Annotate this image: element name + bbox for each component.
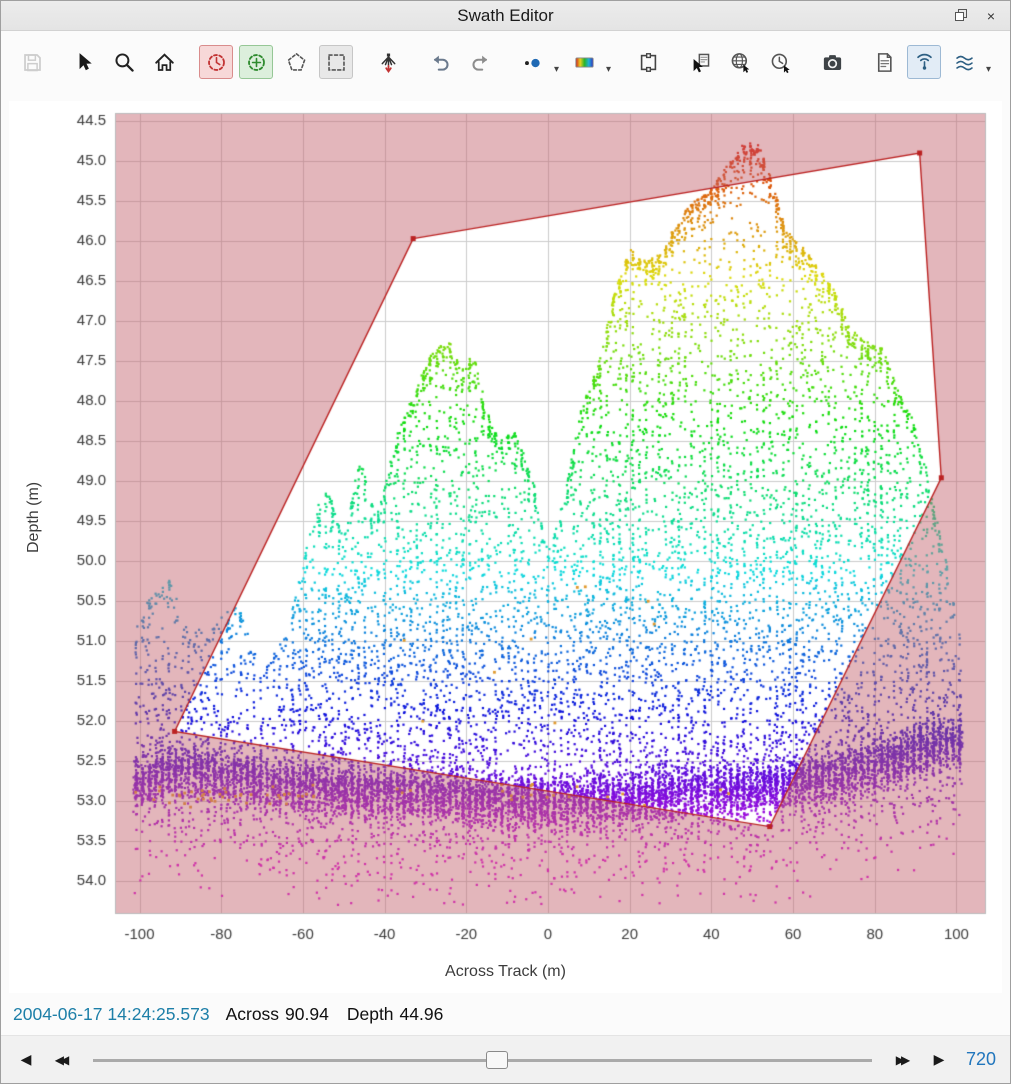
x-axis-title: Across Track (m) <box>9 963 1002 981</box>
toolbar-group <box>199 45 353 79</box>
cursor-page-icon <box>689 51 712 74</box>
swath-icon <box>913 51 936 74</box>
swath-view-button[interactable] <box>907 45 941 79</box>
toolbar-group <box>15 45 49 79</box>
status-bar: 2004-06-17 14:24:25.573 Across 90.94 Dep… <box>1 993 1010 1035</box>
reject-circle-select-button[interactable] <box>199 45 233 79</box>
float-window-button[interactable] <box>950 5 972 27</box>
floppy-icon <box>21 51 44 74</box>
across-value: 90.94 <box>285 1004 329 1025</box>
swath-plot-panel: Depth (m) Across Track (m) <box>9 101 1002 993</box>
toolbar-group <box>423 45 497 79</box>
colormap-dropdown[interactable]: ▾ <box>567 45 613 79</box>
multi-swath-dropdown[interactable]: ▾ <box>947 45 993 79</box>
polygon-dashed-icon <box>285 51 308 74</box>
step-forward-button[interactable]: ▶ <box>924 1045 954 1075</box>
ping-slider-handle[interactable] <box>486 1051 508 1069</box>
home-icon <box>153 51 176 74</box>
circle-dashed-green-icon <box>245 51 268 74</box>
dot-size-icon <box>521 51 544 74</box>
toolbar-group: ▾▾ <box>515 45 613 79</box>
fast-back-button[interactable]: ◀◀ <box>47 1045 77 1075</box>
ping-number: 720 <box>966 1049 1000 1070</box>
redo-icon <box>469 51 492 74</box>
pointer-tool-button[interactable] <box>67 45 101 79</box>
polygon-select-button[interactable] <box>279 45 313 79</box>
camera-icon <box>821 51 844 74</box>
save-button[interactable] <box>15 45 49 79</box>
redo-button[interactable] <box>463 45 497 79</box>
depth-label: Depth <box>347 1004 394 1025</box>
pick-position-button[interactable] <box>723 45 757 79</box>
close-button[interactable]: × <box>980 5 1002 27</box>
toolbar-group <box>683 45 797 79</box>
toolbar-group <box>815 45 849 79</box>
accept-circle-select-button[interactable] <box>239 45 273 79</box>
zoom-icon <box>113 51 136 74</box>
selection-box-button[interactable] <box>631 45 665 79</box>
swath-plot-canvas[interactable] <box>9 101 1002 993</box>
cursor-icon <box>73 51 96 74</box>
profile-info-button[interactable] <box>867 45 901 79</box>
close-icon: × <box>987 8 995 24</box>
doc-lines-icon <box>873 51 896 74</box>
rect-dashed-icon <box>325 51 348 74</box>
depth-readout: Depth 44.96 <box>347 1004 444 1025</box>
across-readout: Across 90.94 <box>226 1004 329 1025</box>
step-back-button[interactable]: ◀ <box>11 1045 41 1075</box>
rect-handles-icon <box>637 51 660 74</box>
dropdown-arrow-icon: ▾ <box>554 65 559 75</box>
ping-timestamp: 2004-06-17 14:24:25.573 <box>13 1004 210 1025</box>
titlebar[interactable]: Swath Editor × <box>1 1 1010 31</box>
toolbar-group <box>371 45 405 79</box>
globe-cursor-icon <box>729 51 752 74</box>
rectangle-select-button[interactable] <box>319 45 353 79</box>
titlebar-buttons: × <box>950 1 1002 31</box>
beam-filter-button[interactable] <box>371 45 405 79</box>
window-title: Swath Editor <box>1 6 1010 26</box>
fast-forward-button[interactable]: ▶▶ <box>888 1045 918 1075</box>
circle-dashed-red-icon <box>205 51 228 74</box>
dropdown-arrow-icon: ▾ <box>986 65 991 75</box>
beam-icon <box>377 51 400 74</box>
toolbar-group: ▾ <box>867 45 993 79</box>
undo-icon <box>429 51 452 74</box>
y-axis-title: Depth (m) <box>25 482 43 553</box>
depth-value: 44.96 <box>400 1004 444 1025</box>
colormap-icon <box>573 51 596 74</box>
toolbar-group <box>631 45 665 79</box>
undo-button[interactable] <box>423 45 457 79</box>
pick-info-button[interactable] <box>683 45 717 79</box>
snapshot-button[interactable] <box>815 45 849 79</box>
dropdown-arrow-icon: ▾ <box>606 65 611 75</box>
toolbar-group <box>67 45 181 79</box>
across-label: Across <box>226 1004 279 1025</box>
home-view-button[interactable] <box>147 45 181 79</box>
ping-slider[interactable] <box>91 1045 874 1075</box>
multiswath-icon <box>953 51 976 74</box>
swath-editor-window: Swath Editor × ▾▾▾ Depth (m) Across Trac… <box>0 0 1011 1084</box>
toolbar: ▾▾▾ <box>1 31 1010 93</box>
clock-cursor-icon <box>769 51 792 74</box>
zoom-tool-button[interactable] <box>107 45 141 79</box>
float-window-icon <box>955 8 967 24</box>
point-size-dropdown[interactable]: ▾ <box>515 45 561 79</box>
ping-slider-track[interactable] <box>93 1059 872 1062</box>
ping-navigation-bar: ◀ ◀◀ ▶▶ ▶ 720 <box>1 1035 1010 1083</box>
pick-time-button[interactable] <box>763 45 797 79</box>
